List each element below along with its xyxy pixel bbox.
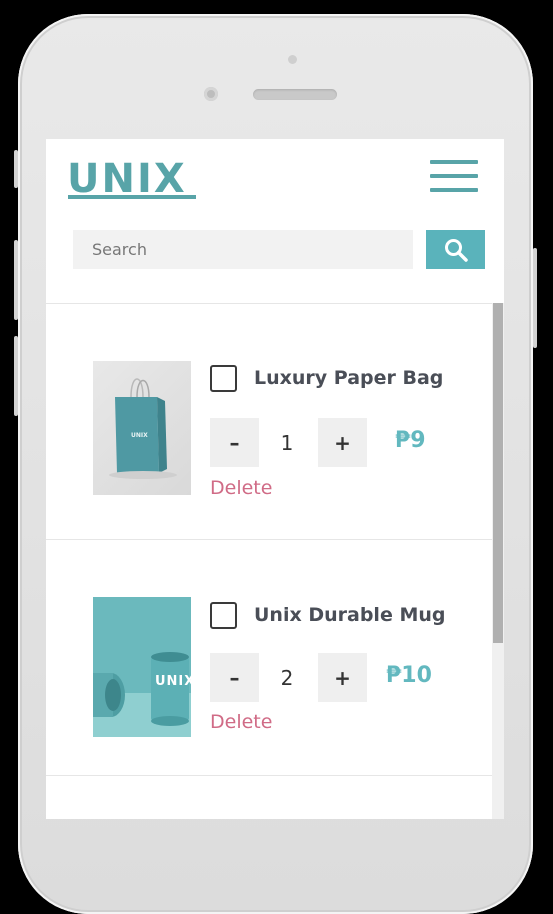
quantity-value: 2 [280, 665, 294, 690]
mute-switch [14, 150, 18, 188]
volume-down-button [14, 336, 18, 416]
item-name: Luxury Paper Bag [254, 367, 444, 389]
increase-quantity-button[interactable]: + [318, 418, 367, 467]
earpiece-speaker [253, 89, 337, 100]
paper-bag-image: UNIX [93, 361, 191, 495]
delete-item-link[interactable]: Delete [210, 711, 272, 733]
hamburger-bar [430, 160, 478, 164]
cart-item: UNIX Unix Durable Mug – 2 + ₱10 Delete [46, 539, 492, 776]
mug-image: UNIX [93, 597, 191, 737]
increase-quantity-button[interactable]: + [318, 653, 367, 702]
hamburger-bar [430, 188, 478, 192]
hamburger-bar [430, 174, 478, 178]
quantity-value: 1 [280, 430, 294, 455]
mug-logo: UNIX [155, 674, 191, 689]
hamburger-icon[interactable] [430, 160, 478, 192]
item-select-checkbox[interactable] [210, 602, 237, 629]
decrease-quantity-button[interactable]: – [210, 653, 259, 702]
delete-item-link[interactable]: Delete [210, 477, 272, 499]
bag-logo: UNIX [131, 432, 148, 439]
item-price: ₱9 [395, 428, 426, 453]
volume-up-button [14, 240, 18, 320]
site-header: UNIX [46, 139, 504, 304]
front-camera [204, 87, 218, 101]
item-price: ₱10 [386, 663, 432, 688]
scrollbar-thumb[interactable] [493, 303, 503, 643]
paper-bag-illustration [109, 378, 177, 479]
search-button[interactable] [426, 230, 485, 269]
phone-screen: UNIX UNIX [46, 139, 504, 819]
item-name: Unix Durable Mug [254, 604, 446, 626]
item-select-checkbox[interactable] [210, 365, 237, 392]
search-bar [73, 230, 485, 269]
decrease-quantity-button[interactable]: – [210, 418, 259, 467]
search-icon [444, 238, 468, 262]
search-input[interactable] [73, 230, 413, 269]
power-button [533, 248, 537, 348]
logo-underline [68, 195, 196, 199]
camera-dot [288, 55, 297, 64]
cart-item: UNIX Luxury Paper Bag – 1 + ₱9 Delete [46, 303, 492, 540]
mug-illustration [93, 597, 191, 737]
